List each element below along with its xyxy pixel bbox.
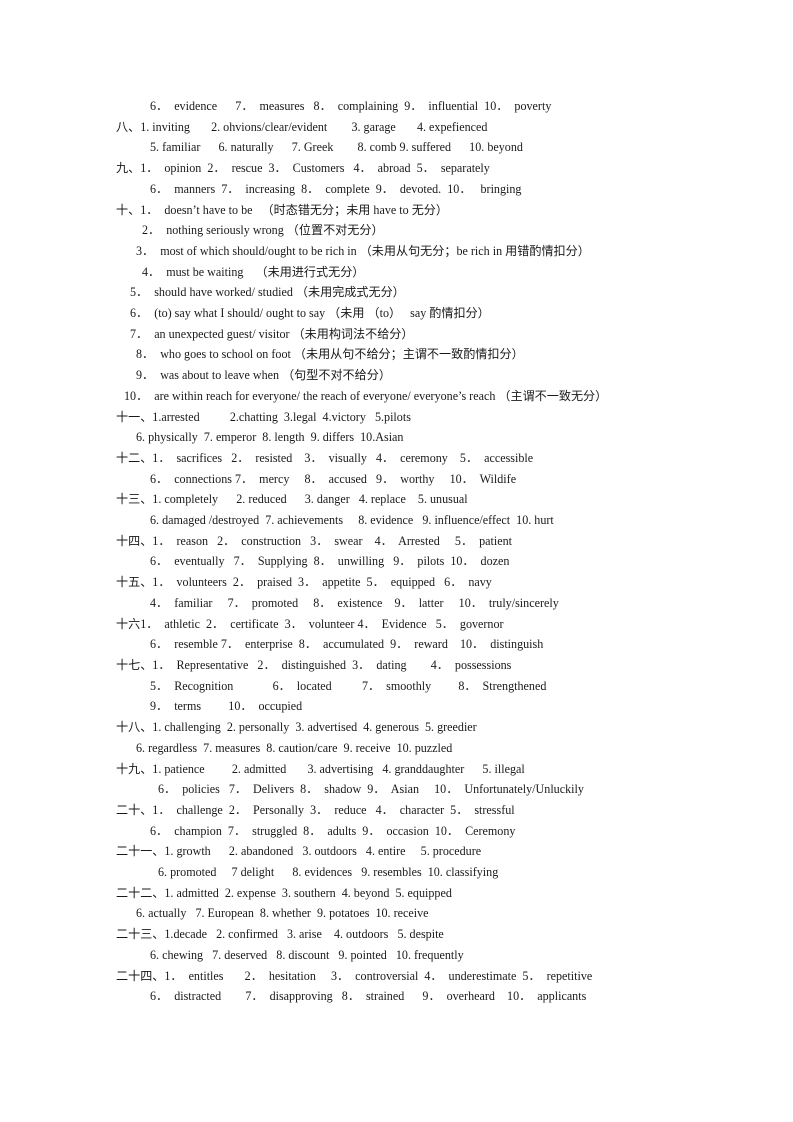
answer-line: 8． who goes to school on foot （未用从句不给分；主… bbox=[136, 347, 524, 362]
answer-line: 3． most of which should/ought to be rich… bbox=[136, 243, 590, 258]
answer-line: 二十三、1.decade 2. confirmed 3. arise 4. ou… bbox=[116, 927, 444, 942]
answer-line: 9． terms 10． occupied bbox=[150, 699, 303, 714]
answer-line: 十一、1.arrested 2.chatting 3.legal 4.victo… bbox=[116, 409, 411, 424]
answer-line: 八、1. inviting 2. ohvions/clear/evident 3… bbox=[116, 119, 488, 134]
page: 6． evidence 7． measures 8． complaining 9… bbox=[0, 0, 793, 1122]
answer-line: 十九、1. patience 2. admitted 3. advertisin… bbox=[116, 761, 525, 776]
answer-line: 十五、1． volunteers 2． praised 3． appetite … bbox=[116, 575, 492, 590]
answer-line: 7． an unexpected guest/ visitor （未用构词法不给… bbox=[130, 326, 414, 341]
answer-line: 6. promoted 7 delight 8. evidences 9. re… bbox=[158, 865, 499, 880]
answer-line: 二十四、1． entitles 2． hesitation 3． controv… bbox=[116, 968, 593, 983]
answer-line: 6． policies 7． Delivers 8． shadow 9． Asi… bbox=[158, 782, 584, 797]
answer-line: 9． was about to leave when （句型不对不给分） bbox=[136, 368, 391, 383]
answer-key-body: 6． evidence 7． measures 8． complaining 9… bbox=[116, 96, 685, 1007]
answer-line: 10． are within reach for everyone/ the r… bbox=[124, 388, 608, 403]
answer-line: 二十、1． challenge 2． Personally 3． reduce … bbox=[116, 802, 515, 817]
answer-line: 6． distracted 7． disapproving 8． straine… bbox=[150, 989, 587, 1004]
answer-line: 二十一、1. growth 2. abandoned 3. outdoors 4… bbox=[116, 844, 482, 859]
answer-line: 二十二、1. admitted 2. expense 3. southern 4… bbox=[116, 885, 452, 900]
answer-line: 十八、1. challenging 2. personally 3. adver… bbox=[116, 720, 477, 735]
answer-line: 6． champion 7． struggled 8． adults 9． oc… bbox=[150, 823, 516, 838]
answer-line: 十六1． athletic 2． certificate 3． voluntee… bbox=[116, 616, 504, 631]
answer-line: 6． evidence 7． measures 8． complaining 9… bbox=[150, 99, 552, 113]
answer-line: 十三、1. completely 2. reduced 3. danger 4.… bbox=[116, 492, 468, 507]
answer-line: 6. regardless 7. measures 8. caution/car… bbox=[136, 740, 453, 755]
answer-line: 5． should have worked/ studied （未用完成式无分） bbox=[130, 285, 405, 300]
answer-line: 4． must be waiting （未用进行式无分） bbox=[142, 264, 365, 279]
answer-line: 6． connections 7． mercy 8． accused 9． wo… bbox=[150, 471, 517, 486]
answer-line: 6． (to) say what I should/ ought to say … bbox=[130, 306, 490, 321]
answer-line: 6． resemble 7． enterprise 8． accumulated… bbox=[150, 637, 544, 652]
answer-line: 6. damaged /destroyed 7. achievements 8.… bbox=[150, 513, 554, 528]
answer-line: 4． familiar 7． promoted 8． existence 9． … bbox=[150, 595, 559, 610]
answer-line: 十七、1． Representative 2． distinguished 3．… bbox=[116, 657, 512, 672]
answer-line: 十二、1． sacrifices 2． resisted 3． visually… bbox=[116, 450, 534, 465]
answer-line: 6. physically 7. emperor 8. length 9. di… bbox=[136, 430, 404, 445]
answer-line: 6． manners 7． increasing 8． complete 9． … bbox=[150, 181, 522, 196]
answer-line: 6. chewing 7. deserved 8. discount 9. po… bbox=[150, 947, 464, 962]
answer-line: 5． Recognition 6． located 7． smoothly 8．… bbox=[150, 678, 547, 693]
answer-line: 十、1． doesn’t have to be （时态错无分；未用 have t… bbox=[116, 202, 448, 217]
answer-line: 2． nothing seriously wrong （位置不对无分） bbox=[142, 223, 384, 238]
answer-line: 6. actually 7. European 8. whether 9. po… bbox=[136, 906, 429, 921]
answer-line: 十四、1． reason 2． construction 3． swear 4．… bbox=[116, 533, 512, 548]
answer-line: 6． eventually 7． Supplying 8． unwilling … bbox=[150, 554, 510, 569]
answer-line: 5. familiar 6. naturally 7. Greek 8. com… bbox=[150, 140, 523, 155]
answer-line: 九、1． opinion 2． rescue 3． Customers 4． a… bbox=[116, 161, 490, 176]
